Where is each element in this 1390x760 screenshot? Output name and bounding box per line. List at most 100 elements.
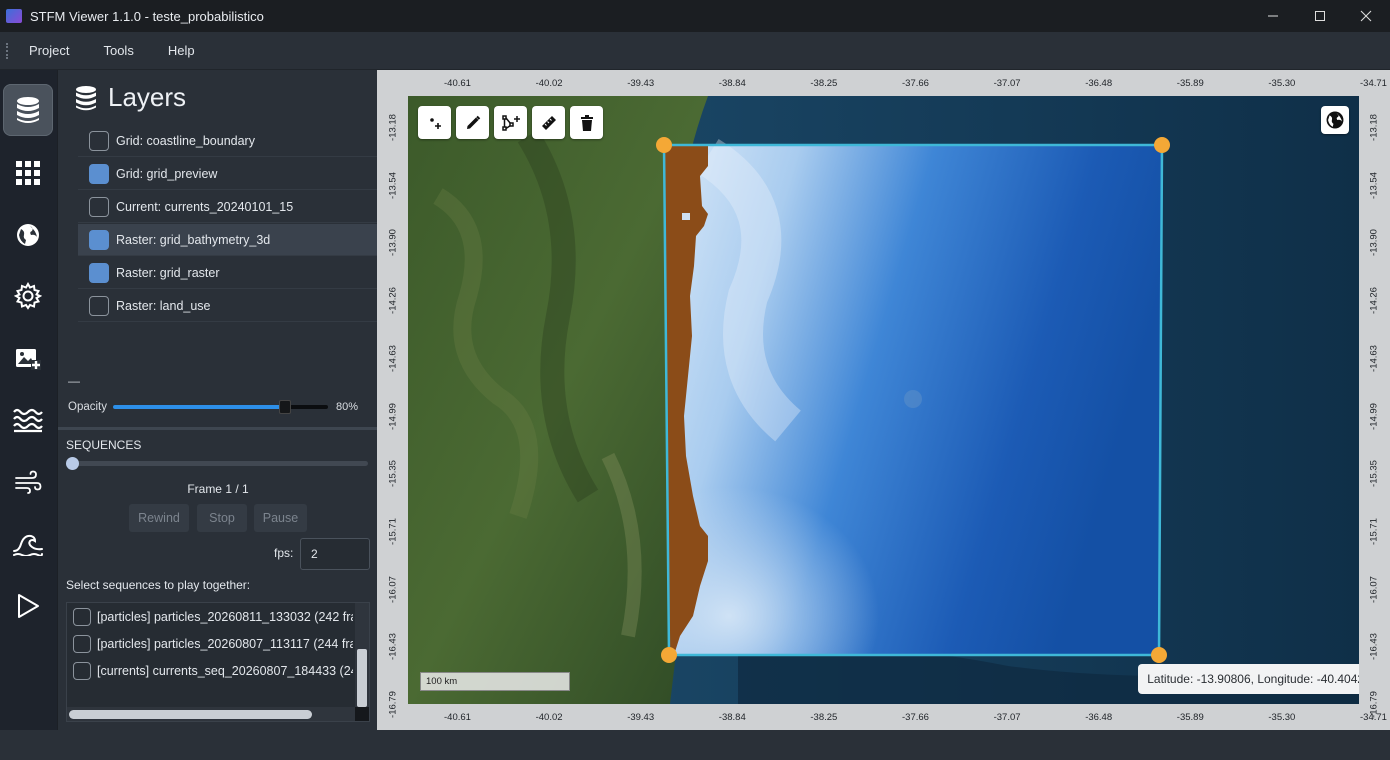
opacity-slider-track[interactable] <box>113 400 328 414</box>
rail-layers-button[interactable] <box>3 84 53 136</box>
sequence-checkbox[interactable] <box>73 607 91 626</box>
gear-icon <box>14 282 42 310</box>
play-icon <box>18 594 39 618</box>
longitude-tick-top: -37.66 <box>902 78 929 89</box>
status-bar <box>0 730 1390 760</box>
pause-button[interactable]: Pause <box>254 504 307 532</box>
trash-icon <box>580 114 593 131</box>
layer-checkbox[interactable] <box>89 196 109 217</box>
close-button[interactable] <box>1343 0 1389 32</box>
list-item[interactable]: [particles] particles_20260807_113117 (2… <box>67 630 353 657</box>
maximize-button[interactable] <box>1297 0 1343 32</box>
frame-slider-track[interactable] <box>66 457 368 470</box>
longitude-tick-bottom: -35.89 <box>1176 712 1204 723</box>
layer-checkbox[interactable] <box>89 130 109 151</box>
longitude-tick-bottom: -40.02 <box>535 712 563 723</box>
vertical-scrollbar[interactable] <box>355 603 369 707</box>
layer-checkbox[interactable] <box>89 295 109 316</box>
sequence-checkbox[interactable] <box>73 634 91 653</box>
latitude-tick-right: -13.90 <box>1368 229 1380 257</box>
layer-label: Raster: grid_bathymetry_3d <box>116 232 271 247</box>
add-vertex-button[interactable] <box>494 106 527 139</box>
longitude-tick-bottom: -36.48 <box>1085 712 1113 723</box>
latitude-tick-left: -13.54 <box>387 171 398 199</box>
opacity-slider-handle[interactable] <box>279 400 291 414</box>
close-icon <box>1360 10 1372 22</box>
layer-item[interactable]: Raster: land_use <box>78 290 378 322</box>
latitude-tick-left: -14.63 <box>387 344 398 372</box>
icon-rail <box>0 70 57 730</box>
map-canvas[interactable]: 100 km Latitude: -13.90806, Longitude: -… <box>408 96 1359 704</box>
rail-wave-button[interactable] <box>3 518 53 570</box>
ruler-icon <box>541 115 556 130</box>
menu-help[interactable]: Help <box>168 43 195 58</box>
horizontal-scrollbar[interactable] <box>67 707 355 721</box>
layers-header: Layers <box>58 70 378 125</box>
latitude-tick-right: -14.99 <box>1368 402 1380 430</box>
add-point-icon <box>429 117 441 129</box>
add-vertex-icon <box>501 114 520 131</box>
side-panel: Layers Grid: coastline_boundary Grid: gr… <box>57 70 378 730</box>
latitude-tick-left: -13.18 <box>387 114 398 141</box>
menu-project[interactable]: Project <box>29 43 69 58</box>
layer-item[interactable]: Raster: grid_raster <box>78 257 378 289</box>
menu-tools[interactable]: Tools <box>103 43 133 58</box>
layer-item-selected[interactable]: Raster: grid_bathymetry_3d <box>78 224 378 256</box>
rail-globe-button[interactable] <box>3 209 53 261</box>
sequence-checkbox[interactable] <box>73 661 91 680</box>
vertical-scrollbar-thumb[interactable] <box>357 649 367 707</box>
frame-slider-handle[interactable] <box>66 457 79 470</box>
waves-icon <box>13 408 43 433</box>
measure-button[interactable] <box>532 106 565 139</box>
latitude-tick-right: -16.43 <box>1368 633 1380 661</box>
rail-add-image-button[interactable] <box>3 333 53 385</box>
window-title: STFM Viewer 1.1.0 - teste_probabilistico <box>30 8 264 24</box>
wind-icon <box>15 470 42 494</box>
horizontal-scrollbar-thumb[interactable] <box>69 710 312 719</box>
sequences-section: SEQUENCES Frame 1 / 1 Rewind Stop Pause … <box>58 427 378 730</box>
rewind-button[interactable]: Rewind <box>129 504 189 532</box>
maximize-icon <box>1315 11 1325 21</box>
latitude-tick-right: -15.71 <box>1368 517 1380 545</box>
sequences-title: SEQUENCES <box>66 438 142 452</box>
minimize-button[interactable] <box>1250 0 1296 32</box>
rail-play-button[interactable] <box>3 580 53 632</box>
layer-checkbox[interactable] <box>89 229 109 250</box>
rail-settings-button[interactable] <box>3 270 53 322</box>
basemap-button[interactable] <box>1321 106 1349 134</box>
longitude-tick-bottom: -40.61 <box>444 712 471 723</box>
latitude-tick-left: -16.79 <box>387 691 398 718</box>
longitude-tick-top: -38.84 <box>718 78 746 89</box>
longitude-tick-bottom: -38.84 <box>718 712 746 723</box>
layer-item[interactable]: Grid: coastline_boundary <box>78 125 378 157</box>
layer-item[interactable]: Current: currents_20240101_15 <box>78 191 378 223</box>
rail-waves-button[interactable] <box>3 394 53 446</box>
fps-input[interactable]: 2 <box>300 538 370 570</box>
longitude-tick-bottom: -39.43 <box>627 712 655 723</box>
layer-item[interactable]: Grid: grid_preview <box>78 158 378 190</box>
opacity-slider-fill <box>113 405 285 409</box>
rail-grid-button[interactable] <box>3 147 53 199</box>
minimize-icon <box>1268 15 1278 17</box>
opacity-section: — Opacity 80% <box>58 368 378 424</box>
cursor-coordinates: Latitude: -13.90806, Longitude: -40.4042… <box>1138 664 1359 694</box>
map-frame: -40.61 -40.02 -39.43 -38.84 -38.25 -37.66 -37.… <box>377 70 1390 730</box>
latitude-tick-right: -15.35 <box>1368 460 1380 488</box>
sequence-label: [currents] currents_seq_20260807_184433 … <box>97 663 353 678</box>
layer-label: Raster: grid_raster <box>116 265 220 280</box>
layer-checkbox[interactable] <box>89 163 109 184</box>
rail-wind-button[interactable] <box>3 456 53 508</box>
longitude-tick-top: -39.43 <box>627 78 655 89</box>
layer-checkbox[interactable] <box>89 262 109 283</box>
list-item[interactable]: [currents] currents_seq_20260807_184433 … <box>67 657 353 684</box>
delete-button[interactable] <box>570 106 603 139</box>
draw-button[interactable] <box>456 106 489 139</box>
menu-bar: Project Tools Help <box>0 32 1390 70</box>
add-point-button[interactable] <box>418 106 451 139</box>
opacity-value: 80% <box>336 401 359 413</box>
list-item[interactable]: [particles] particles_20260811_133032 (2… <box>67 603 353 630</box>
layer-label: Current: currents_20240101_15 <box>116 199 294 214</box>
pencil-icon <box>466 115 480 129</box>
longitude-tick-bottom: -35.30 <box>1268 712 1296 723</box>
stop-button[interactable]: Stop <box>197 504 247 532</box>
